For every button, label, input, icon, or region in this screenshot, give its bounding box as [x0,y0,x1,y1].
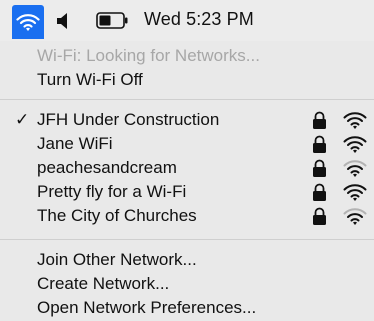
create-network-label: Create Network... [37,274,170,293]
network-item[interactable]: Pretty fly for a Wi-Fi [0,180,374,204]
wifi-signal-icon [343,136,367,153]
menubar-clock[interactable]: Wed 5:23 PM [144,9,254,30]
wifi-signal-icon [343,184,367,201]
network-item[interactable]: peachesandcream [0,156,374,180]
join-other-network-item[interactable]: Join Other Network... [0,248,374,272]
network-name: Pretty fly for a Wi-Fi [37,182,187,201]
speaker-icon[interactable] [55,11,75,31]
menu-bar: Wed 5:23 PM [0,0,374,41]
open-network-preferences-item[interactable]: Open Network Preferences... [0,296,374,320]
lock-icon [313,159,326,177]
network-name: peachesandcream [37,158,177,177]
lock-icon [313,183,326,201]
menu-separator [0,239,374,240]
join-other-network-label: Join Other Network... [37,250,197,269]
wifi-dropdown-menu: Wi-Fi: Looking for Networks... Turn Wi-F… [0,41,374,321]
lock-icon [313,135,326,153]
wifi-signal-icon [343,112,367,129]
turn-wifi-off-item[interactable]: Turn Wi-Fi Off [0,68,374,92]
network-name: The City of Churches [37,206,197,225]
network-name: Jane WiFi [37,134,113,153]
wifi-icon [16,14,40,31]
network-item[interactable]: Jane WiFi [0,132,374,156]
network-name: JFH Under Construction [37,110,220,129]
wifi-signal-icon [343,160,367,177]
menu-separator [0,99,374,100]
wifi-status-label: Wi-Fi: Looking for Networks... [37,46,260,65]
wifi-signal-icon [343,208,367,225]
lock-icon [313,207,326,225]
turn-wifi-off-label: Turn Wi-Fi Off [37,70,143,89]
lock-icon [313,111,326,129]
battery-icon[interactable] [96,12,128,29]
network-item[interactable]: ✓ JFH Under Construction [0,108,374,132]
wifi-menu-button[interactable] [12,5,44,39]
open-network-preferences-label: Open Network Preferences... [37,298,257,317]
network-item[interactable]: The City of Churches [0,204,374,228]
checkmark-icon: ✓ [15,110,30,129]
wifi-status-item: Wi-Fi: Looking for Networks... [0,44,374,68]
create-network-item[interactable]: Create Network... [0,272,374,296]
